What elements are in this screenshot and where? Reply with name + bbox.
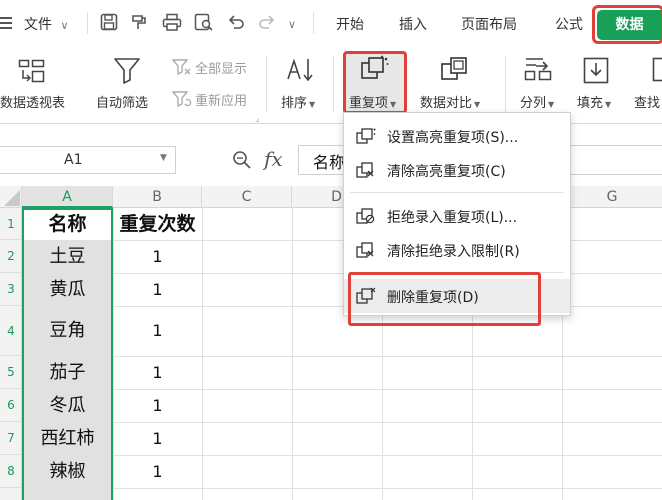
row-header[interactable]: 3 bbox=[0, 273, 22, 306]
name-box[interactable]: A1 ▼ bbox=[0, 146, 176, 174]
pivot-table-button[interactable]: 数据透视表 bbox=[0, 92, 65, 111]
undo-icon[interactable] bbox=[227, 13, 245, 31]
cell-reference: A1 bbox=[64, 152, 83, 168]
row-header[interactable]: 1 bbox=[0, 208, 22, 240]
caret-down-icon[interactable]: ▼ bbox=[160, 153, 167, 163]
chevron-down-icon: ∨ bbox=[60, 19, 69, 32]
tab-home[interactable]: 开始 bbox=[336, 14, 364, 34]
gridline bbox=[22, 488, 662, 489]
find-button[interactable]: 查找 bbox=[634, 92, 660, 111]
dialog-launcher-icon[interactable]: ⌟ bbox=[255, 114, 259, 124]
highlight-duplicates-icon bbox=[356, 127, 376, 145]
divider bbox=[313, 12, 314, 34]
menu-item-label: 清除高亮重复项(C) bbox=[387, 164, 506, 180]
table-cell-count[interactable]: 1 bbox=[113, 455, 202, 488]
menu-item-reject-duplicate-entry[interactable]: 拒绝录入重复项(L)... bbox=[344, 199, 570, 233]
file-menu[interactable]: 文件 ∨ bbox=[24, 14, 69, 34]
gridline bbox=[292, 208, 293, 500]
column-header-a[interactable]: A bbox=[22, 186, 113, 208]
menu-item-clear-highlight-duplicates[interactable]: 清除高亮重复项(C) bbox=[344, 153, 570, 187]
row-header[interactable]: 6 bbox=[0, 389, 22, 422]
redo-icon[interactable] bbox=[258, 13, 276, 31]
clear-highlight-icon bbox=[356, 161, 376, 179]
select-all-corner[interactable] bbox=[0, 186, 22, 208]
menu-divider bbox=[350, 192, 564, 193]
pivot-table-icon[interactable] bbox=[18, 58, 46, 84]
divider bbox=[505, 56, 506, 112]
autofilter-button[interactable]: 自动筛选 bbox=[96, 92, 148, 111]
formula-content: 名称 bbox=[313, 153, 346, 172]
tab-formulas[interactable]: 公式 bbox=[555, 14, 583, 34]
data-compare-button[interactable]: 数据对比 ▼ bbox=[420, 92, 480, 111]
duplicates-highlight bbox=[343, 51, 407, 114]
sort-icon[interactable] bbox=[285, 55, 315, 85]
divider bbox=[87, 12, 88, 34]
menu-item-clear-reject-restriction[interactable]: 清除拒绝录入限制(R) bbox=[344, 233, 570, 267]
reapply-button[interactable]: 重新应用 bbox=[195, 90, 247, 109]
menu-bar: 文件 ∨ ∨ 开始 插入 页面布局 公式 bbox=[0, 0, 662, 46]
tab-insert[interactable]: 插入 bbox=[399, 14, 427, 34]
table-cell-count[interactable]: 1 bbox=[113, 306, 202, 356]
caret-down-icon: ▼ bbox=[309, 100, 316, 109]
caret-down-icon: ▼ bbox=[605, 100, 612, 109]
menu-item-label: 设置高亮重复项(S)... bbox=[387, 130, 519, 146]
row-header[interactable]: 2 bbox=[0, 240, 22, 273]
gridline bbox=[202, 208, 203, 500]
fill-button[interactable]: 填充 ▼ bbox=[577, 92, 611, 111]
divider bbox=[333, 56, 334, 112]
table-cell-count[interactable]: 1 bbox=[113, 356, 202, 389]
split-column-icon[interactable] bbox=[523, 56, 553, 84]
column-header-c[interactable]: C bbox=[202, 186, 292, 208]
selection-border bbox=[22, 208, 113, 500]
split-column-label: 分列 bbox=[520, 96, 547, 111]
menu-item-label: 拒绝录入重复项(L)... bbox=[387, 210, 518, 226]
table-cell-count[interactable]: 1 bbox=[113, 422, 202, 455]
file-menu-label: 文件 bbox=[24, 17, 52, 33]
fill-down-icon[interactable] bbox=[583, 55, 609, 85]
row-header[interactable]: 8 bbox=[0, 455, 22, 488]
fill-label: 填充 bbox=[577, 96, 604, 111]
column-header-g[interactable]: G bbox=[562, 186, 662, 208]
chevron-down-icon[interactable]: ∨ bbox=[288, 18, 296, 31]
data-compare-icon[interactable] bbox=[440, 55, 470, 85]
filter-funnel-icon[interactable] bbox=[113, 56, 141, 84]
menu-item-set-highlight-duplicates[interactable]: 设置高亮重复项(S)... bbox=[344, 119, 570, 153]
show-all-button[interactable]: 全部显示 bbox=[195, 58, 247, 77]
tab-page-layout[interactable]: 页面布局 bbox=[461, 14, 517, 34]
print-icon[interactable] bbox=[162, 13, 182, 31]
divider bbox=[266, 56, 267, 112]
table-cell-count[interactable]: 1 bbox=[113, 389, 202, 422]
data-tab-highlight bbox=[592, 5, 662, 44]
print-preview-icon[interactable] bbox=[194, 13, 214, 31]
row-header[interactable]: 4 bbox=[0, 306, 22, 356]
table-cell-count[interactable]: 1 bbox=[113, 273, 202, 306]
find-icon[interactable] bbox=[652, 56, 662, 84]
sort-button[interactable]: 排序 ▼ bbox=[281, 92, 315, 111]
row-header[interactable]: 5 bbox=[0, 356, 22, 389]
data-compare-label: 数据对比 bbox=[420, 96, 473, 111]
row-header[interactable]: 7 bbox=[0, 422, 22, 455]
row-headers: 1 2 3 4 5 6 7 8 bbox=[0, 208, 22, 500]
split-column-button[interactable]: 分列 ▼ bbox=[520, 92, 554, 111]
zoom-search-icon[interactable] bbox=[232, 150, 252, 170]
caret-down-icon: ▼ bbox=[548, 100, 555, 109]
column-header-b[interactable]: B bbox=[113, 186, 202, 208]
menu-item-label: 清除拒绝录入限制(R) bbox=[387, 244, 520, 260]
menu-icon[interactable] bbox=[0, 15, 14, 31]
save-icon[interactable] bbox=[100, 13, 118, 31]
reject-duplicates-icon bbox=[356, 207, 376, 225]
caret-down-icon: ▼ bbox=[474, 100, 481, 109]
format-painter-icon[interactable] bbox=[130, 13, 148, 31]
cell-b1[interactable]: 重复次数 bbox=[113, 208, 202, 240]
sort-label: 排序 bbox=[281, 96, 308, 111]
table-cell-count[interactable]: 1 bbox=[113, 240, 202, 273]
remove-duplicates-highlight bbox=[348, 272, 541, 326]
clear-reject-icon bbox=[356, 241, 376, 259]
reapply-filter-icon[interactable] bbox=[172, 90, 192, 108]
show-all-filter-icon[interactable] bbox=[172, 58, 192, 76]
fx-icon[interactable]: fx bbox=[264, 147, 283, 171]
